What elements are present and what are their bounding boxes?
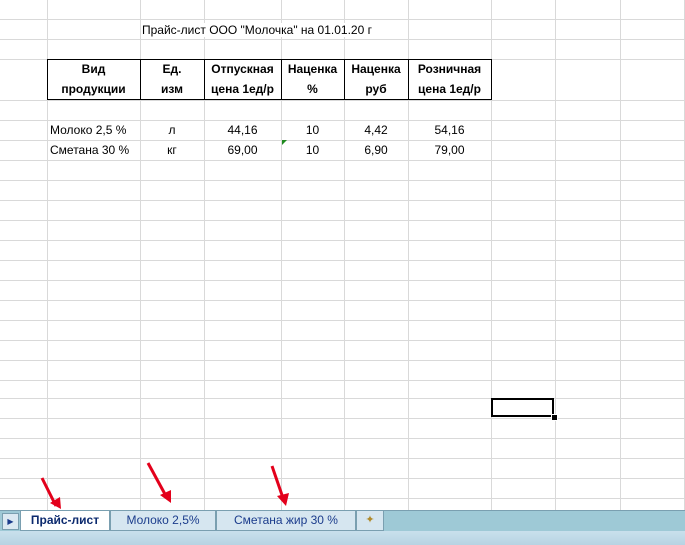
red-arrow-icon <box>40 477 61 509</box>
status-bar <box>0 531 685 545</box>
scroll-right-icon[interactable]: ▶ <box>2 513 19 530</box>
red-arrow-icon <box>146 462 171 503</box>
red-arrow-icon <box>270 465 289 506</box>
sheet-tab-bar: ▶ Прайс-лист Молоко 2,5% Сметана жир 30 … <box>0 510 685 531</box>
insert-sheet-icon[interactable]: ✦ <box>356 511 384 531</box>
tab-price-list[interactable]: Прайс-лист <box>20 511 110 531</box>
annotation-arrows <box>40 462 289 509</box>
tab-milk[interactable]: Молоко 2,5% <box>110 511 216 531</box>
worksheet-grid[interactable]: Прайс-лист ООО "Молочка" на 01.01.20 г В… <box>0 0 685 510</box>
tab-sour-cream[interactable]: Сметана жир 30 % <box>216 511 356 531</box>
